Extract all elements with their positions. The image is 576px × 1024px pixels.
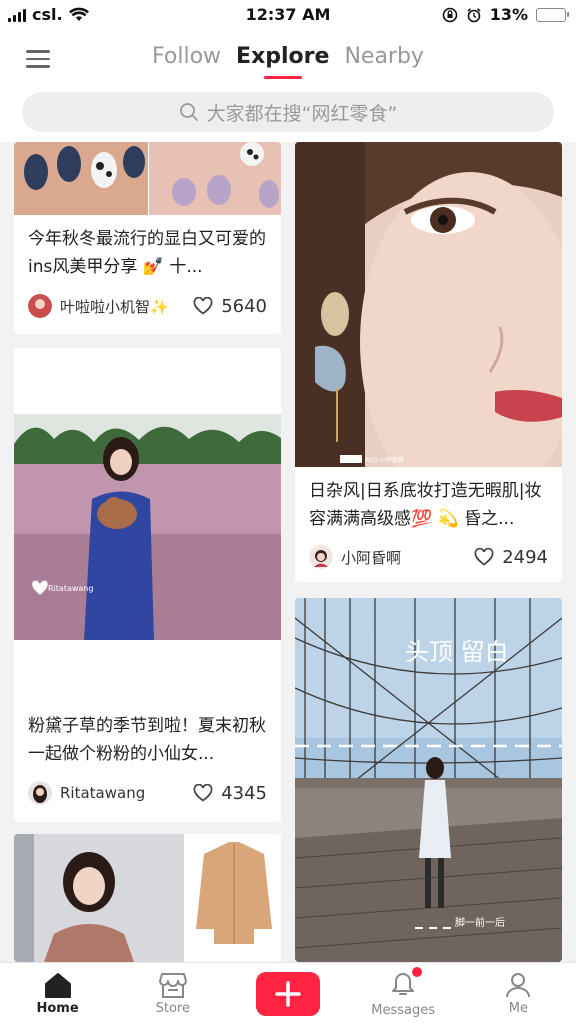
tab-me-label: Me bbox=[508, 1001, 528, 1016]
like-button[interactable]: 5640 bbox=[193, 296, 267, 317]
tab-nearby[interactable]: Nearby bbox=[344, 44, 424, 79]
home-icon bbox=[44, 973, 71, 998]
store-icon bbox=[158, 973, 187, 998]
post-image-makeup[interactable]: RED 小阿昏啊 bbox=[295, 142, 562, 467]
battery-percent: 13% bbox=[489, 5, 528, 24]
post-image-bridge[interactable]: 头顶 留白 脚一前一后 bbox=[295, 598, 562, 962]
post-image-nails[interactable] bbox=[14, 142, 281, 215]
rotation-lock-icon bbox=[442, 7, 458, 22]
like-button[interactable]: 4345 bbox=[193, 783, 267, 804]
battery-icon bbox=[536, 7, 569, 22]
author-name[interactable]: 叶啦啦小机智✨ bbox=[60, 296, 193, 317]
explore-feed[interactable]: 今年秋冬最流行的显白又可爱的ins风美甲分享 💅 十... 叶啦啦小机智✨ 56… bbox=[0, 142, 576, 962]
tab-store[interactable]: Store bbox=[128, 971, 218, 1016]
tab-me[interactable]: Me bbox=[473, 971, 563, 1016]
heart-icon bbox=[193, 297, 213, 315]
like-count: 2494 bbox=[502, 546, 548, 568]
create-post-button[interactable] bbox=[255, 971, 320, 1016]
bottom-tab-bar: Home Store Messages Me bbox=[0, 962, 576, 1024]
tab-create[interactable] bbox=[243, 971, 333, 1016]
tab-store-label: Store bbox=[155, 1001, 190, 1016]
post-card[interactable] bbox=[14, 834, 281, 962]
heart-icon bbox=[474, 548, 494, 566]
person-icon bbox=[506, 973, 531, 998]
avatar[interactable] bbox=[28, 294, 52, 318]
post-image-cardigan[interactable] bbox=[14, 834, 281, 962]
author-name[interactable]: Ritatawang bbox=[60, 784, 193, 802]
post-image-flower-field[interactable]: Ritatawang bbox=[14, 414, 281, 640]
status-bar: csl. 12:37 AM 13% bbox=[0, 0, 576, 30]
post-card[interactable]: RED 小阿昏啊 日杂风|日系底妆打造无暇肌|妆容满满高级感💯 💫 昏之... … bbox=[295, 142, 562, 582]
notification-dot bbox=[412, 967, 423, 977]
post-card[interactable]: Ritatawang 粉黛子草的季节到啦！夏末初秋一起做个粉粉的小仙女... R… bbox=[14, 348, 281, 822]
avatar[interactable] bbox=[28, 781, 52, 805]
tab-messages[interactable]: Messages bbox=[358, 967, 448, 1018]
like-count: 4345 bbox=[221, 782, 267, 804]
avatar[interactable] bbox=[309, 545, 333, 569]
tab-explore[interactable]: Explore bbox=[236, 44, 329, 79]
heart-icon bbox=[193, 784, 213, 802]
status-right: 13% bbox=[442, 5, 569, 24]
tab-home-label: Home bbox=[36, 1001, 79, 1016]
post-title: 日杂风|日系底妆打造无暇肌|妆容满满高级感💯 💫 昏之... bbox=[309, 481, 542, 529]
post-title: 粉黛子草的季节到啦！夏末初秋一起做个粉粉的小仙女... bbox=[28, 716, 266, 764]
plus-icon bbox=[275, 980, 301, 1007]
image-overlay-title: 头顶 留白 bbox=[405, 638, 509, 666]
post-card[interactable]: 头顶 留白 脚一前一后 bbox=[295, 598, 562, 962]
search-icon bbox=[179, 103, 198, 121]
alarm-icon bbox=[467, 7, 481, 22]
author-name[interactable]: 小阿昏啊 bbox=[341, 547, 474, 568]
image-overlay-caption: 脚一前一后 bbox=[455, 916, 505, 929]
search-placeholder: 大家都在搜“网红零食” bbox=[206, 102, 398, 125]
like-button[interactable]: 2494 bbox=[474, 547, 548, 568]
top-header: Follow Explore Nearby 大家都在搜“网红零食” bbox=[0, 30, 576, 142]
tab-follow[interactable]: Follow bbox=[152, 44, 221, 79]
bell-wrapper bbox=[388, 967, 423, 1001]
post-card[interactable]: 今年秋冬最流行的显白又可爱的ins风美甲分享 💅 十... 叶啦啦小机智✨ 56… bbox=[14, 142, 281, 334]
image-watermark-makeup: RED 小阿昏啊 bbox=[365, 456, 404, 464]
post-meta: Ritatawang 4345 bbox=[28, 781, 267, 805]
post-meta: 小阿昏啊 2494 bbox=[309, 545, 548, 569]
top-tabs: Follow Explore Nearby bbox=[0, 44, 576, 79]
search-bar[interactable]: 大家都在搜“网红零食” bbox=[22, 92, 554, 132]
post-meta: 叶啦啦小机智✨ 5640 bbox=[28, 294, 267, 318]
tab-home[interactable]: Home bbox=[13, 971, 103, 1016]
like-count: 5640 bbox=[221, 295, 267, 317]
image-watermark-flower: Ritatawang bbox=[48, 584, 93, 593]
tab-messages-label: Messages bbox=[371, 1003, 436, 1018]
post-title: 今年秋冬最流行的显白又可爱的ins风美甲分享 💅 十... bbox=[28, 229, 266, 277]
